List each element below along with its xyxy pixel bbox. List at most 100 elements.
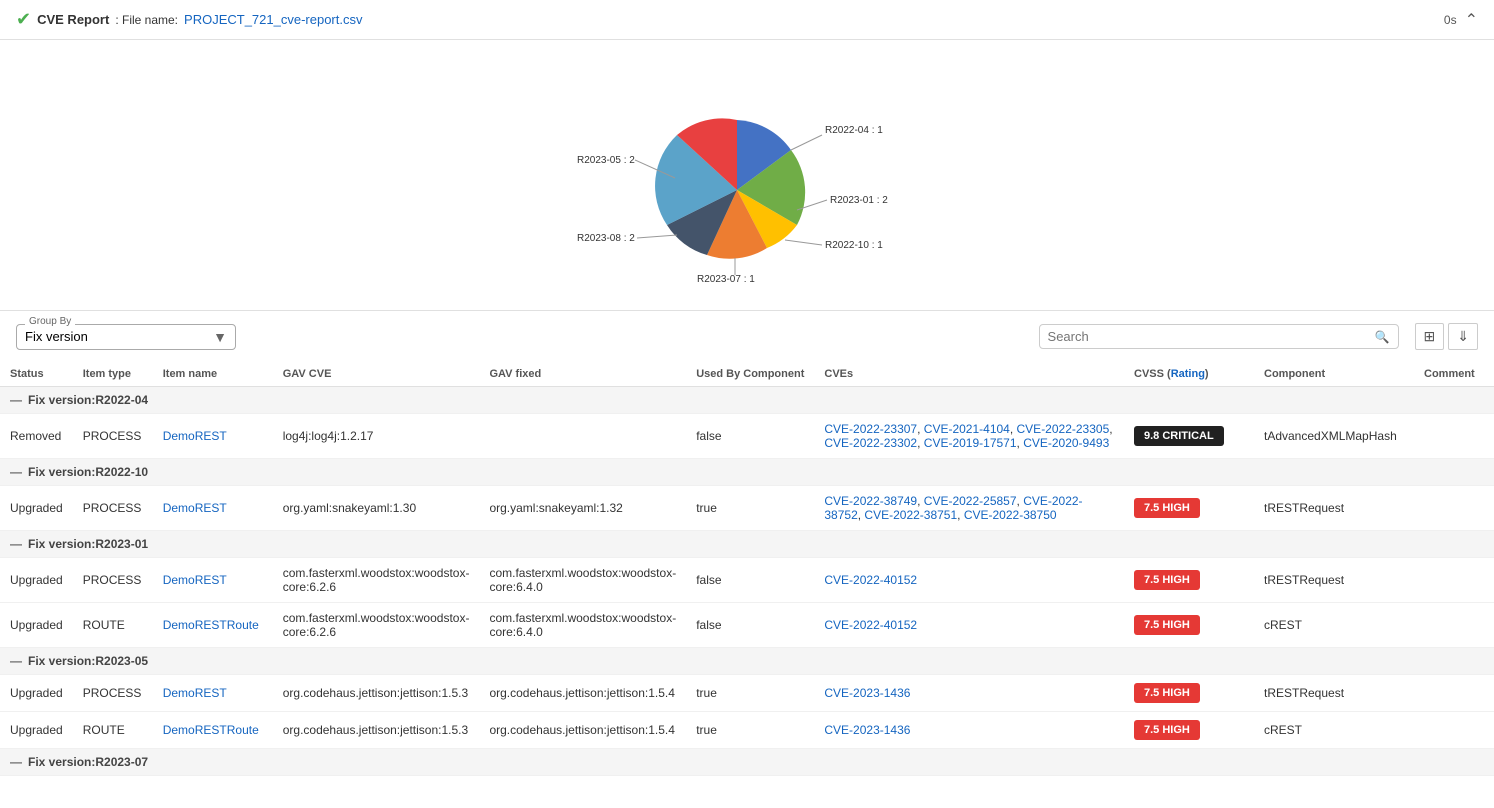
check-icon: ✔ [16, 9, 31, 30]
cell-used-by: false [686, 414, 814, 459]
controls-area: Group By Fix version ▼ 🔍 ⊞ ⇓ [0, 311, 1494, 362]
cell-gav-fixed: org.codehaus.jettison:jettison:1.5.4 [479, 712, 686, 749]
cell-cves: CVE-2022-40152 [814, 603, 1124, 648]
cell-item-type: PROCESS [73, 675, 153, 712]
search-container: 🔍 [1039, 324, 1399, 349]
cve-link[interactable]: CVE-2021-4104 [924, 422, 1010, 436]
cell-cves: CVE-2022-38749, CVE-2022-25857, CVE-2022… [814, 486, 1124, 531]
title-separator: : File name: [115, 13, 178, 27]
cell-item-name: DemoREST [153, 675, 273, 712]
table-view-button[interactable]: ⊞ [1415, 323, 1445, 350]
cell-comment [1414, 414, 1494, 459]
cell-used-by: false [686, 558, 814, 603]
pie-svg: R2022-04 : 1 R2023-01 : 2 R2022-10 : 1 R… [567, 70, 927, 290]
cell-used-by: false [686, 603, 814, 648]
cve-link[interactable]: CVE-2022-23307 [824, 422, 917, 436]
table-row: Upgraded ROUTE DemoRESTRoute com.fasterx… [0, 603, 1494, 648]
chart-label-r2023-07: R2023-07 : 1 [697, 274, 755, 285]
group-by-select[interactable]: Fix version [25, 329, 209, 344]
group-dash: — [10, 393, 22, 407]
cell-status: Removed [0, 414, 73, 459]
header-status: Status [0, 362, 73, 387]
cell-gav-cve: com.fasterxml.woodstox:woodstox-core:6.2… [273, 558, 480, 603]
cve-link[interactable]: CVE-2022-38750 [964, 508, 1057, 522]
chart-label-r2023-01: R2023-01 : 2 [830, 195, 888, 206]
cve-link[interactable]: CVE-2019-17571 [924, 436, 1017, 450]
cell-status: Upgraded [0, 603, 73, 648]
cell-gav-cve: log4j:log4j:1.2.17 [273, 414, 480, 459]
cell-gav-fixed: org.codehaus.jettison:jettison:1.5.4 [479, 675, 686, 712]
item-name-link[interactable]: DemoRESTRoute [163, 723, 259, 737]
cell-component: tRESTRequest [1254, 486, 1414, 531]
top-bar-left: ✔ CVE Report : File name: PROJECT_721_cv… [16, 9, 362, 30]
cell-comment [1414, 675, 1494, 712]
chart-label-r2022-10: R2022-10 : 1 [825, 240, 883, 251]
collapse-button[interactable]: ⌃ [1465, 10, 1478, 30]
item-name-link[interactable]: DemoREST [163, 573, 227, 587]
cell-item-type: ROUTE [73, 712, 153, 749]
export-button[interactable]: ⇓ [1448, 323, 1478, 350]
item-name-link[interactable]: DemoREST [163, 686, 227, 700]
header-used-by: Used By Component [686, 362, 814, 387]
cve-link[interactable]: CVE-2022-23305 [1017, 422, 1110, 436]
cve-link[interactable]: CVE-2022-38749 [824, 494, 917, 508]
cve-link[interactable]: CVE-2020-9493 [1023, 436, 1109, 450]
chart-label-r2022-04: R2022-04 : 1 [825, 125, 883, 136]
group-dash: — [10, 465, 22, 479]
cell-item-type: ROUTE [73, 603, 153, 648]
cell-gav-cve: org.yaml:snakeyaml:1.30 [273, 486, 480, 531]
top-bar-right: 0s ⌃ [1444, 10, 1478, 30]
cell-item-name: DemoREST [153, 414, 273, 459]
cell-gav-fixed: com.fasterxml.woodstox:woodstox-core:6.4… [479, 558, 686, 603]
cell-cvss: 7.5 HIGH [1124, 712, 1254, 749]
header-row: Status Item type Item name GAV CVE GAV f… [0, 362, 1494, 387]
cvss-badge: 7.5 HIGH [1134, 498, 1200, 518]
cve-table: Status Item type Item name GAV CVE GAV f… [0, 362, 1494, 776]
header-gav-fixed: GAV fixed [479, 362, 686, 387]
header-gav-cve: GAV CVE [273, 362, 480, 387]
item-name-link[interactable]: DemoRESTRoute [163, 618, 259, 632]
rating-link[interactable]: Rating [1171, 368, 1205, 380]
cell-item-name: DemoREST [153, 558, 273, 603]
group-dash: — [10, 654, 22, 668]
item-name-link[interactable]: DemoREST [163, 501, 227, 515]
cve-link[interactable]: CVE-2023-1436 [824, 686, 910, 700]
cell-item-name: DemoRESTRoute [153, 712, 273, 749]
cell-gav-cve: com.fasterxml.woodstox:woodstox-core:6.2… [273, 603, 480, 648]
cve-link[interactable]: CVE-2022-38751 [864, 508, 957, 522]
search-input[interactable] [1048, 329, 1371, 344]
group-dash: — [10, 755, 22, 769]
cell-gav-cve: org.codehaus.jettison:jettison:1.5.3 [273, 712, 480, 749]
chevron-down-icon: ▼ [213, 329, 227, 345]
cell-comment [1414, 712, 1494, 749]
cell-used-by: true [686, 712, 814, 749]
cell-item-name: DemoREST [153, 486, 273, 531]
table-header: Status Item type Item name GAV CVE GAV f… [0, 362, 1494, 387]
cve-link[interactable]: CVE-2022-25857 [924, 494, 1017, 508]
cell-comment [1414, 603, 1494, 648]
cve-link[interactable]: CVE-2022-40152 [824, 573, 917, 587]
group-label: Fix version:R2022-04 [28, 393, 148, 407]
header-cves: CVEs [814, 362, 1124, 387]
cell-status: Upgraded [0, 675, 73, 712]
header-item-name: Item name [153, 362, 273, 387]
report-filename: PROJECT_721_cve-report.csv [184, 12, 362, 27]
cell-cvss: 7.5 HIGH [1124, 486, 1254, 531]
group-by-select-wrapper[interactable]: Group By Fix version ▼ [16, 324, 236, 350]
group-label: Fix version:R2022-10 [28, 465, 148, 479]
cell-comment [1414, 486, 1494, 531]
chart-area: R2022-04 : 1 R2023-01 : 2 R2022-10 : 1 R… [0, 40, 1494, 311]
chart-label-r2023-05: R2023-05 : 2 [577, 155, 635, 166]
cve-link[interactable]: CVE-2023-1436 [824, 723, 910, 737]
table-row: Removed PROCESS DemoREST log4j:log4j:1.2… [0, 414, 1494, 459]
item-name-link[interactable]: DemoREST [163, 429, 227, 443]
cve-link[interactable]: CVE-2022-23302 [824, 436, 917, 450]
cell-gav-fixed: com.fasterxml.woodstox:woodstox-core:6.4… [479, 603, 686, 648]
table-body: — Fix version:R2022-04 Removed PROCESS De… [0, 387, 1494, 776]
cve-link[interactable]: CVE-2022-40152 [824, 618, 917, 632]
cvss-badge: 7.5 HIGH [1134, 570, 1200, 590]
cell-component: tAdvancedXMLMapHash [1254, 414, 1414, 459]
cell-cvss: 7.5 HIGH [1124, 675, 1254, 712]
cell-gav-cve: org.codehaus.jettison:jettison:1.5.3 [273, 675, 480, 712]
cell-comment [1414, 558, 1494, 603]
